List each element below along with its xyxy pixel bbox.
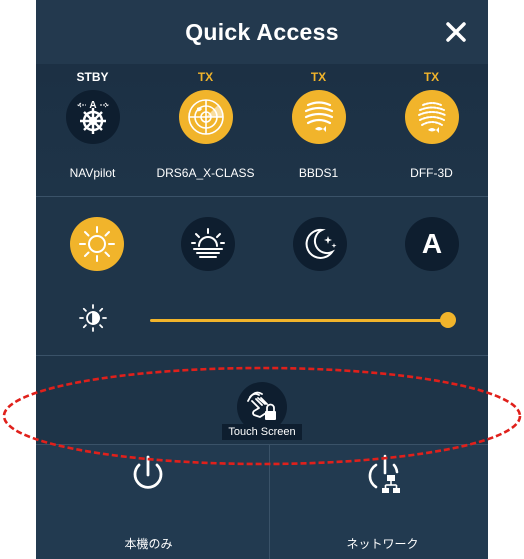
sunset-dusk-mode-icon <box>191 228 225 258</box>
power-off-network-button[interactable]: ネットワーク <box>270 445 488 559</box>
day-mode-button[interactable] <box>70 217 124 271</box>
device-dff3d[interactable]: TX DFF-3D <box>375 64 488 196</box>
network-power-icon <box>368 454 400 493</box>
sounder-fish-icon <box>291 90 346 144</box>
device-status: STBY <box>76 70 109 84</box>
panel-title: Quick Access <box>185 18 339 45</box>
auto-mode-icon: A <box>421 228 443 259</box>
device-status: TX <box>423 70 440 84</box>
power-off-local-button[interactable]: 本機のみ <box>36 445 261 559</box>
close-icon <box>446 22 466 42</box>
device-row: STBY A NAVpilot TX DRS6A_X-CLASS TX BBDS… <box>36 64 488 196</box>
device-name: DFF-3D <box>410 166 453 180</box>
sounder-3d-icon <box>404 90 459 144</box>
brightness-slider[interactable] <box>150 319 448 322</box>
auto-mode-button[interactable]: A <box>405 217 459 271</box>
device-radar[interactable]: TX DRS6A_X-CLASS <box>149 64 262 196</box>
power-section: 本機のみ ネットワーク <box>36 445 488 559</box>
close-button[interactable] <box>440 16 472 48</box>
svg-text:A: A <box>89 100 96 111</box>
power-off-network-label: ネットワーク <box>346 537 419 551</box>
moon-night-mode-icon <box>305 228 337 259</box>
display-mode-section: A <box>36 197 488 355</box>
device-status: TX <box>310 70 327 84</box>
device-name: DRS6A_X-CLASS <box>156 166 255 180</box>
device-bbds1[interactable]: TX BBDS1 <box>262 64 375 196</box>
power-icon <box>133 455 163 489</box>
device-name: NAVpilot <box>69 166 116 180</box>
autopilot-helm-icon: A <box>65 90 120 144</box>
touch-lock-icon <box>247 391 276 420</box>
device-name: BBDS1 <box>298 166 339 180</box>
radar-icon <box>178 90 233 144</box>
quick-access-panel: Quick Access STBY A NAVpilot TX DRS6A_X-… <box>36 0 488 559</box>
sun-day-mode-icon <box>79 226 115 262</box>
night-mode-button[interactable] <box>293 217 347 271</box>
device-navpilot[interactable]: STBY A NAVpilot <box>36 64 149 196</box>
touch-screen-label: Touch Screen <box>36 424 488 440</box>
dusk-mode-button[interactable] <box>181 217 235 271</box>
panel-header: Quick Access <box>36 0 488 64</box>
touch-screen-section: Touch Screen <box>36 356 488 444</box>
power-off-local-label: 本機のみ <box>124 537 173 551</box>
brightness-slider-handle[interactable] <box>440 312 456 328</box>
brightness-icon <box>79 304 107 332</box>
device-status: TX <box>197 70 214 84</box>
